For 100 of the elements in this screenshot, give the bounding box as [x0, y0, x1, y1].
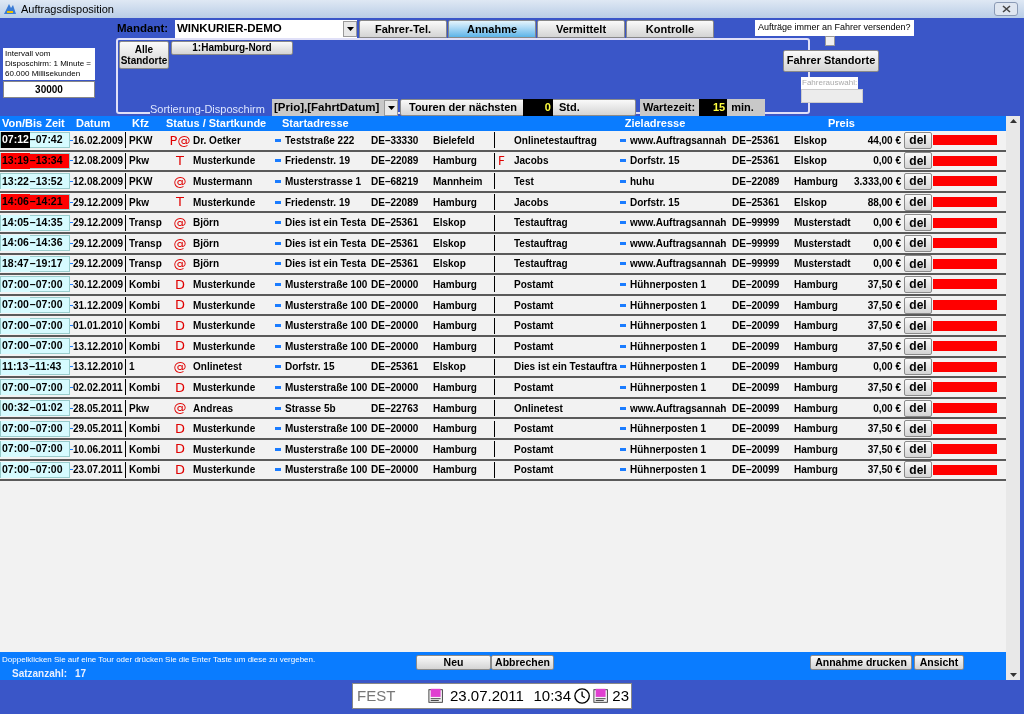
time-to: –14:21 [29, 194, 63, 210]
scroll-up-icon[interactable] [1009, 119, 1017, 123]
sort-dropdown[interactable]: [Prio],[FahrtDatum] [272, 99, 398, 116]
delete-button[interactable]: del [904, 420, 932, 438]
destination-cell-text: Postamt [514, 380, 555, 395]
order-row[interactable]: 18:47–19:17 29.12.2009 Transp @ Björn Dies ist ein Testa DE–25361 Elskop Testauftrag www.Auftragsannah DE–99999 Musterstadt 0,00 € del [0, 254, 1006, 276]
zip-cell-text: DE–99999 [732, 216, 781, 231]
dash-icon [620, 385, 626, 389]
delete-button[interactable]: del [904, 337, 932, 355]
delete-button[interactable]: del [904, 317, 932, 335]
priority-bar [933, 197, 997, 208]
street-cell-text: Hühnerposten 1 [630, 339, 707, 354]
zip-cell-text: DE–25361 [371, 216, 420, 231]
order-row[interactable]: 13:19–13:34 12.08.2009 Pkw T Musterkunde Friedenstr. 19 DE–22089 Hamburg F Jacobs Dorfstr. 15 DE–25361 Elskop 0,00 € del [0, 151, 1006, 173]
dash-icon [275, 468, 281, 472]
order-row[interactable]: 07:00–07:00 30.12.2009 Kombi D Musterkunde Musterstraße 100 DE–20000 Hamburg Postamt Hühnerposten 1 DE–20099 Hamburg 37,50 € del [0, 275, 1006, 296]
status-cell-text: T [175, 152, 185, 171]
order-row[interactable]: 14:06–14:36 29.12.2009 Transp @ Björn Dies ist ein Testa DE–25361 Elskop Testauftrag www.Auftragsannah DE–99999 Musterstadt 0,00 € del [0, 233, 1006, 255]
zip-cell-text: DE–25361 [371, 360, 420, 375]
delete-button[interactable]: del [904, 275, 932, 293]
destination-cell-text: Postamt [514, 277, 555, 292]
driver-locations-button[interactable]: Fahrer Standorte [783, 49, 879, 72]
send-checkbox[interactable] [825, 35, 835, 46]
delete-button[interactable]: del [904, 255, 932, 273]
tab[interactable]: Annahme [448, 19, 536, 38]
city-cell-text: Musterstadt [794, 216, 852, 231]
order-row[interactable]: 14:05–14:35 29.12.2009 Transp @ Björn Dies ist ein Testa DE–25361 Elskop Testauftrag www.Auftragsannah DE–99999 Musterstadt 0,00 € del [0, 213, 1006, 234]
interval-field[interactable]: 30000 [3, 81, 95, 98]
new-button[interactable]: Neu [416, 655, 491, 670]
wait-field[interactable]: 15 [699, 99, 728, 116]
status-cell-text: @ [172, 255, 188, 274]
delete-button[interactable]: del [904, 214, 932, 232]
dash-icon [275, 447, 281, 451]
zip-cell-text: DE–22089 [371, 195, 420, 210]
time-to: –07:00 [29, 379, 63, 395]
vehicle-cell-text: Kombi [129, 277, 162, 292]
delete-button[interactable]: del [904, 234, 932, 252]
scroll-down-icon[interactable] [1009, 673, 1017, 677]
tours-field[interactable]: 0 [523, 99, 553, 116]
destination-cell-text: Postamt [514, 463, 555, 478]
zip-cell-text: DE–99999 [732, 236, 781, 251]
scrollbar[interactable] [1006, 116, 1020, 680]
tours-label: Touren der nächsten [409, 100, 517, 116]
view-button[interactable]: Ansicht [914, 655, 964, 670]
mandant-dropdown[interactable]: WINKURIER-DEMO [175, 19, 357, 38]
cancel-button[interactable]: Abbrechen [491, 655, 554, 670]
city-cell-text: Hamburg [794, 422, 839, 437]
order-row[interactable]: 14:06–14:21 29.12.2009 Pkw T Musterkunde Friedenstr. 19 DE–22089 Hamburg Jacobs Dorfstr. 15 DE–25361 Elskop 88,00 € del [0, 192, 1006, 214]
tab[interactable]: Kontrolle [626, 19, 714, 38]
zip-cell-text: DE–20099 [732, 277, 781, 292]
zip-cell-text: DE–25361 [371, 236, 420, 251]
time-from: 07:00 [1, 338, 30, 355]
status-cell-text: T [175, 193, 185, 212]
customer-cell-text: Musterkunde [193, 319, 257, 334]
order-row[interactable]: 07:00–07:00 23.07.2011 Kombi D Musterkunde Musterstraße 100 DE–20000 Hamburg Postamt Hühnerposten 1 DE–20099 Hamburg 37,50 € del [0, 460, 1006, 482]
order-row[interactable]: 07:00–07:00 10.06.2011 Kombi D Musterkunde Musterstraße 100 DE–20000 Hamburg Postamt Hühnerposten 1 DE–20099 Hamburg 37,50 € del [0, 439, 1006, 461]
location-button[interactable]: 1:Hamburg-Nord [171, 41, 293, 55]
print-button[interactable]: Annahme drucken [810, 655, 912, 670]
price-cell-text: 37,50 € [866, 339, 902, 354]
destination-cell-text: Postamt [514, 339, 555, 354]
delete-button[interactable]: del [904, 131, 932, 149]
destination-cell-text: Postamt [514, 319, 555, 334]
delete-button[interactable]: del [904, 193, 932, 211]
order-row[interactable]: 13:22–13:52 12.08.2009 PKW @ Mustermann Musterstrasse 1 DE–68219 Mannheim Test huhu DE–22089 Hamburg 3.333,00 € del [0, 172, 1006, 193]
delete-button[interactable]: del [904, 399, 932, 417]
delete-button[interactable]: del [904, 296, 932, 314]
vehicle-cell-text: PKW [129, 133, 154, 148]
time-to: –07:00 [29, 441, 63, 457]
dropdown-caret-icon[interactable] [384, 99, 398, 116]
delete-button[interactable]: del [904, 358, 932, 376]
date-cell-text: 30.12.2009 [73, 277, 125, 292]
delete-button[interactable]: del [904, 378, 932, 396]
time-to: –01:02 [29, 400, 63, 416]
delete-button[interactable]: del [904, 173, 932, 190]
delete-button[interactable]: del [904, 461, 932, 479]
order-row[interactable]: 11:13–11:43 13.12.2010 1 @ Onlinetest Dorfstr. 15 DE–25361 Elskop Dies ist ein Testauftra Hühnerposten 1 DE–20099 Hamburg 0,00 € del [0, 357, 1006, 379]
delete-button[interactable]: del [904, 152, 932, 170]
close-button[interactable] [994, 2, 1018, 16]
street-cell-text: Musterstraße 100 [285, 422, 368, 437]
order-row[interactable]: 07:00–07:00 29.05.2011 Kombi D Musterkunde Musterstraße 100 DE–20000 Hamburg Postamt Hühnerposten 1 DE–20099 Hamburg 37,50 € del [0, 419, 1006, 440]
tab[interactable]: Fahrer-Tel. [359, 19, 447, 38]
city-cell-text: Hamburg [433, 298, 478, 313]
order-row[interactable]: 07:00–07:00 13.12.2010 Kombi D Musterkunde Musterstraße 100 DE–20000 Hamburg Postamt Hühnerposten 1 DE–20099 Hamburg 37,50 € del [0, 336, 1006, 358]
delete-button[interactable]: del [904, 440, 932, 458]
order-row[interactable]: 00:32–01:02 28.05.2011 Pkw @ Andreas Strasse 5b DE–22763 Hamburg Onlinetest www.Auftragsannah DE–20099 Hamburg 0,00 € del [0, 398, 1006, 420]
order-row[interactable]: 07:00–07:00 31.12.2009 Kombi D Musterkunde Musterstraße 100 DE–20000 Hamburg Postamt Hühnerposten 1 DE–20099 Hamburg 37,50 € del [0, 295, 1006, 317]
customer-cell-text: Musterkunde [193, 422, 257, 437]
street-cell-text: Hühnerposten 1 [630, 422, 707, 437]
status-cell-text: P@ [168, 131, 192, 150]
order-row[interactable]: 07:00–07:00 01.01.2010 Kombi D Musterkunde Musterstraße 100 DE–20000 Hamburg Postamt Hühnerposten 1 DE–20099 Hamburg 37,50 € del [0, 316, 1006, 337]
dropdown-caret-icon[interactable] [343, 20, 357, 37]
city-cell-text: Hamburg [433, 442, 478, 457]
dash-icon [275, 180, 281, 183]
dash-icon [275, 262, 281, 266]
tab[interactable]: Vermittelt [537, 19, 625, 38]
order-row[interactable]: 07:00–07:00 02.02.2011 Kombi D Musterkunde Musterstraße 100 DE–20000 Hamburg Postamt Hühnerposten 1 DE–20099 Hamburg 37,50 € del [0, 378, 1006, 399]
vehicle-cell-text: Kombi [129, 422, 162, 437]
all-locations-button[interactable]: Alle Standorte [119, 41, 169, 69]
order-row[interactable]: 07:12–07:42 16.02.2009 PKW P@ Dr. Oetker Teststraße 222 DE–33330 Bielefeld Onlinetestauftrag www.Auftragsannah DE–25361 Elskop 44,00 € del [0, 131, 1006, 152]
priority-bar [933, 382, 997, 393]
